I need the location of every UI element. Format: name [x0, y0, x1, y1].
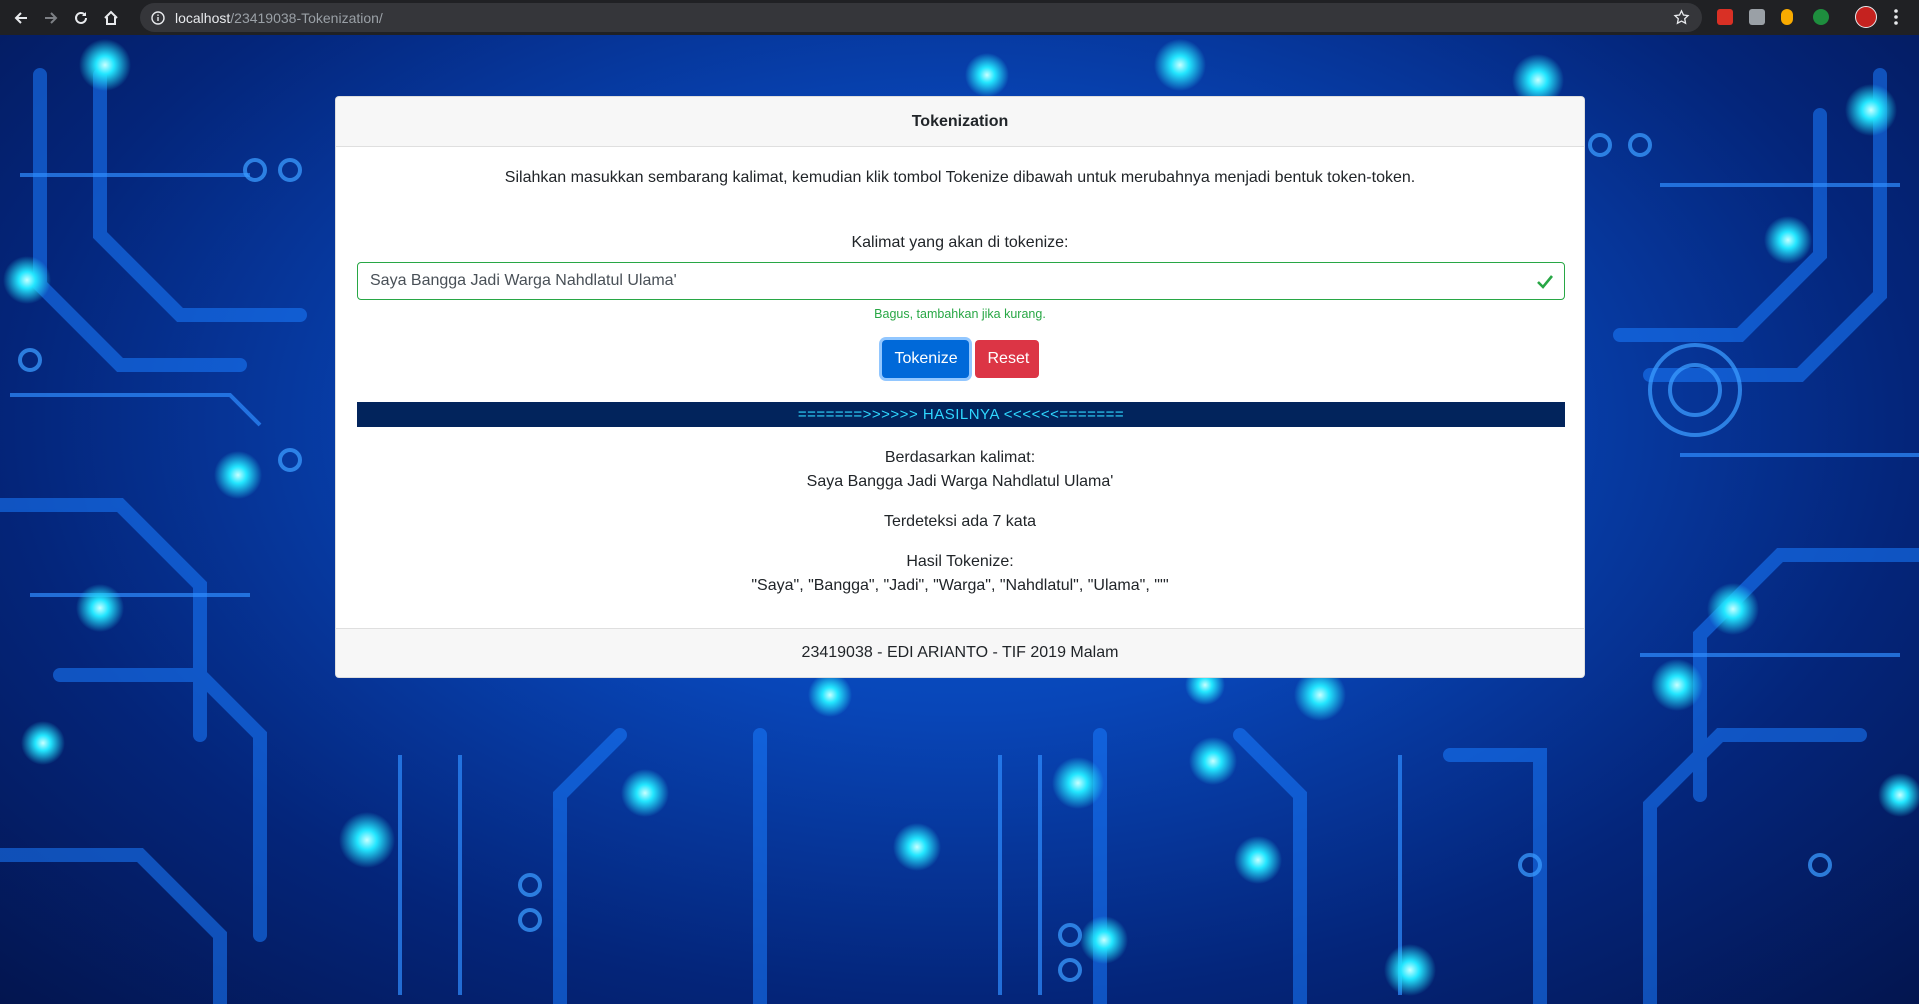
sentence-input[interactable]	[358, 263, 1522, 299]
card-title: Tokenization	[336, 97, 1584, 147]
home-icon	[104, 10, 118, 25]
sentence-input-wrapper[interactable]	[357, 262, 1565, 300]
result-header: =======>>>>>> HASILNYA <<<<<<=======	[357, 402, 1565, 427]
reset-button[interactable]: Reset	[974, 340, 1039, 378]
back-button[interactable]	[6, 0, 36, 35]
valid-feedback: Bagus, tambahkan jika kurang.	[874, 307, 1046, 321]
info-icon[interactable]	[151, 10, 165, 25]
arrow-right-icon	[45, 11, 58, 24]
sentence-label: Kalimat yang akan di tokenize:	[851, 234, 1069, 251]
intro-text: Silahkan masukkan sembarang kalimat, kem…	[504, 169, 1416, 186]
extension-icon[interactable]	[1749, 9, 1765, 25]
tokens-output: "Saya", "Bangga", "Jadi", "Warga", "Nahd…	[751, 577, 1169, 594]
based-on-sentence: Saya Bangga Jadi Warga Nahdlatul Ulama'	[806, 473, 1114, 490]
reload-icon	[75, 11, 87, 24]
tokenize-button[interactable]: Tokenize	[881, 340, 969, 378]
reload-button[interactable]	[66, 0, 96, 35]
extension-icon[interactable]	[1813, 9, 1829, 25]
address-bar[interactable]: localhost/23419038-Tokenization/	[140, 3, 1702, 32]
based-on-label: Berdasarkan kalimat:	[884, 449, 1036, 466]
profile-avatar[interactable]	[1855, 6, 1877, 28]
url-text: localhost/23419038-Tokenization/	[175, 9, 383, 26]
arrow-left-icon	[14, 11, 27, 24]
menu-dots-icon[interactable]	[1893, 8, 1899, 26]
valid-check-icon	[1537, 275, 1554, 289]
forward-button[interactable]	[36, 0, 66, 35]
browser-toolbar: localhost/23419038-Tokenization/	[0, 0, 1919, 35]
extension-icon[interactable]	[1717, 9, 1733, 25]
home-button[interactable]	[96, 0, 126, 35]
bookmark-star-icon[interactable]	[1673, 9, 1690, 26]
card-footer: 23419038 - EDI ARIANTO - TIF 2019 Malam	[336, 628, 1584, 677]
word-count: Terdeteksi ada 7 kata	[883, 513, 1037, 530]
tokens-label: Hasil Tokenize:	[906, 553, 1014, 570]
extension-icon[interactable]	[1781, 9, 1793, 25]
action-buttons: Tokenize Reset	[336, 340, 1584, 378]
tokenization-card: Tokenization Silahkan masukkan sembarang…	[335, 96, 1585, 678]
